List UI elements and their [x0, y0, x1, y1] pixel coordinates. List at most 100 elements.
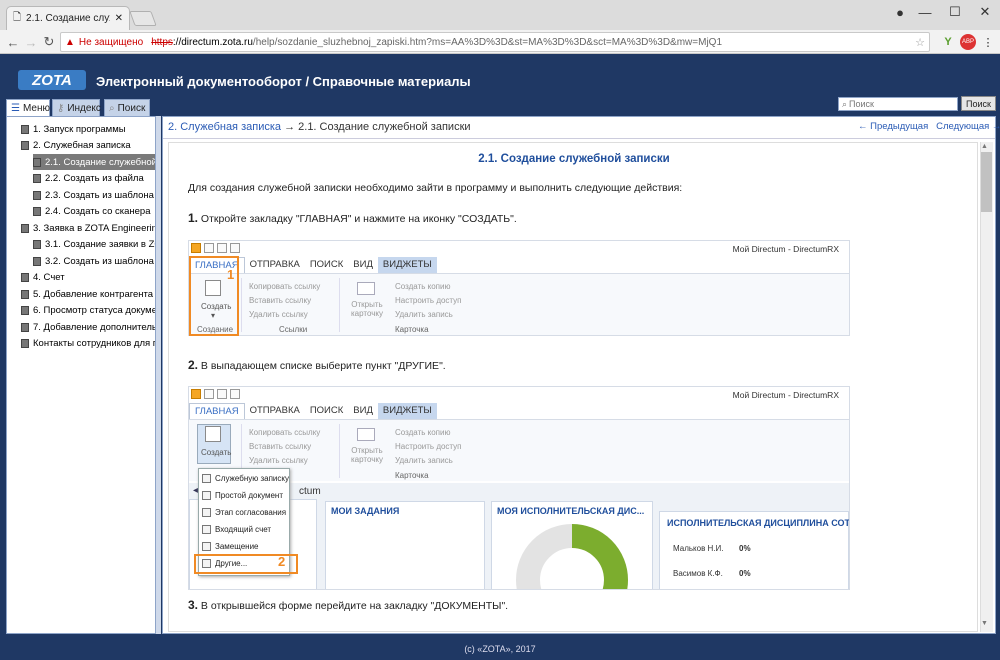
breadcrumb-parent-link[interactable]: 2. Служебная записка: [168, 121, 281, 133]
tree-item[interactable]: Контакты сотрудников для пом: [21, 336, 155, 352]
splitter[interactable]: [156, 116, 161, 634]
tree-item[interactable]: 5. Добавление контрагента: [21, 286, 155, 302]
group-card-label: Карточка: [395, 471, 429, 480]
tab-menu-label: Меню: [22, 102, 50, 114]
copy-record-item: Создать копию: [395, 428, 451, 437]
tree-item-label: 3.2. Создать из шаблона: [45, 255, 154, 267]
scrollbar-thumb[interactable]: [981, 152, 992, 212]
copy-icon: [217, 389, 227, 399]
dropdown-item[interactable]: Служебную записку: [202, 471, 289, 486]
app-icon: [191, 389, 201, 399]
save-icon: [204, 389, 214, 399]
divider: [339, 278, 340, 332]
my-discipline-title: МОЯ ИСПОЛНИТЕЛЬСКАЯ ДИС...: [497, 506, 645, 516]
tree-item[interactable]: 1. Запуск программы: [21, 121, 155, 137]
tree-item-label: 1. Запуск программы: [33, 123, 126, 135]
search-placeholder: Поиск: [849, 99, 874, 109]
extension-icon[interactable]: Y: [940, 34, 956, 50]
tree-item[interactable]: 7. Добавление дополнительны: [21, 319, 155, 335]
intro-text: Для создания служебной записки необходим…: [188, 182, 683, 194]
tree-item-label: 2.1. Создание служебной за: [45, 156, 156, 168]
new-icon: [230, 389, 240, 399]
adblock-icon[interactable]: ABP: [960, 34, 976, 50]
tree-item[interactable]: 2.3. Создать из шаблона: [33, 187, 155, 203]
tree-item[interactable]: 2.2. Создать из файла: [33, 171, 155, 187]
prev-link[interactable]: ← Предыдущая: [858, 121, 928, 132]
delete-link-item: Удалить ссылку: [249, 310, 308, 319]
quick-access-bar: [191, 243, 255, 255]
tab-index[interactable]: ⚷ Индекс: [52, 99, 101, 116]
tab-title: 2.1. Создание служебно: [26, 13, 110, 24]
dropdown-item-label: Этап согласования: [215, 508, 287, 517]
tree-item[interactable]: 3. Заявка в ZOTA Engineering: [21, 220, 155, 236]
tree-item[interactable]: 2.1. Создание служебной за: [33, 154, 155, 170]
next-link[interactable]: Следующая →: [936, 121, 1000, 132]
tree-item[interactable]: 6. Просмотр статуса документа: [21, 303, 155, 319]
delete-record-item: Удалить запись: [395, 310, 453, 319]
my-tasks-title: МОИ ЗАДАНИЯ: [331, 506, 400, 516]
menu-icon[interactable]: ⋮: [980, 34, 996, 50]
back-icon[interactable]: ←: [4, 33, 22, 51]
scrollbar[interactable]: [980, 142, 993, 632]
book-icon: [21, 223, 29, 233]
tree-item[interactable]: 4. Счет: [21, 270, 155, 286]
tree-item[interactable]: 2.4. Создать со сканера: [33, 204, 155, 220]
star-icon[interactable]: ☆: [912, 34, 928, 50]
card-icon: [357, 428, 375, 441]
breadcrumb-separator: →: [284, 121, 296, 133]
ribbon-tab-send: ОТПРАВКА: [249, 259, 300, 270]
tree-item[interactable]: 3.1. Создание заявки в ZOT: [33, 237, 155, 253]
app-title: Мой Directum - DirectumRX: [732, 390, 839, 400]
paste-link-item: Вставить ссылку: [249, 442, 312, 451]
tree-item[interactable]: 3.2. Создать из шаблона: [33, 253, 155, 269]
tree-item-label: 2.2. Создать из файла: [45, 173, 144, 184]
divider: [241, 278, 242, 332]
ribbon-tab-send: ОТПРАВКА: [249, 405, 300, 416]
highlight-box: [194, 554, 298, 574]
page-icon: [33, 190, 41, 200]
ribbon-tab-home: ГЛАВНАЯ: [189, 403, 245, 419]
tab-menu[interactable]: ☰ Меню: [6, 99, 50, 116]
dropdown-item-label: Простой документ: [215, 491, 284, 500]
reload-icon[interactable]: ↻: [40, 33, 58, 51]
document-icon: [202, 525, 211, 534]
tree-item[interactable]: 2. Служебная записка: [21, 138, 155, 154]
tree-item-label: Контакты сотрудников для пом: [33, 338, 155, 349]
page-title: 2.1. Создание служебной записки: [478, 153, 670, 165]
employee-name: Мальков Н.И.: [673, 544, 724, 553]
ribbon-tab-view: ВИД: [353, 259, 373, 270]
footer: (c) «ZOTA», 2017: [464, 644, 536, 654]
url-host: ://directum.zota.ru: [172, 36, 253, 48]
close-window-button[interactable]: ✕: [970, 0, 1000, 24]
dropdown-item[interactable]: Замещение: [202, 539, 259, 554]
url-path: /help/sozdanie_sluzhebnoj_zapiski.htm?ms…: [252, 36, 723, 48]
step-2: 2. В выпадающем списке выберите пункт "Д…: [188, 358, 446, 372]
address-bar[interactable]: ▲ Не защищено https ://directum.zota.ru …: [60, 32, 930, 52]
scroll-up-icon[interactable]: ▲: [981, 143, 988, 150]
dropdown-item[interactable]: Входящий счет: [202, 522, 271, 537]
tree-item-label: 2.4. Создать со сканера: [45, 206, 151, 217]
tree-item-label: 2. Служебная записка: [33, 140, 131, 151]
dropdown-item[interactable]: Этап согласования: [202, 505, 286, 520]
forward-icon[interactable]: →: [22, 33, 40, 51]
document-icon: [202, 474, 211, 483]
app-title: Мой Directum - DirectumRX: [732, 244, 839, 254]
search-button[interactable]: Поиск: [961, 96, 996, 111]
book-icon: [21, 306, 29, 315]
tree-item-label: 4. Счет: [33, 272, 65, 283]
ribbon-tabs: ГЛАВНАЯ ОТПРАВКА ПОИСК ВИД ВИДЖЕТЫ: [189, 257, 849, 273]
dropdown-item[interactable]: Простой документ: [202, 488, 283, 503]
minimize-button[interactable]: —: [910, 0, 940, 24]
close-icon[interactable]: ✕: [115, 13, 123, 24]
book-icon: [21, 322, 29, 332]
scroll-down-icon[interactable]: ▼: [981, 620, 988, 627]
marker-1: 1: [227, 267, 235, 282]
discipline-title: ИСПОЛНИТЕЛЬСКАЯ ДИСЦИПЛИНА СОТР: [667, 518, 850, 528]
not-secure-label: Не защищено: [78, 36, 144, 48]
tree-item-label: 2.3. Создать из шаблона: [45, 189, 154, 201]
browser-tab[interactable]: 🗋 2.1. Создание служебно ✕: [6, 6, 130, 30]
group-links-label: Ссылки: [279, 325, 308, 334]
maximize-button[interactable]: ☐: [940, 0, 970, 24]
tab-search[interactable]: ⌕ Поиск: [104, 99, 150, 116]
search-input[interactable]: ⌕ Поиск: [838, 97, 958, 111]
